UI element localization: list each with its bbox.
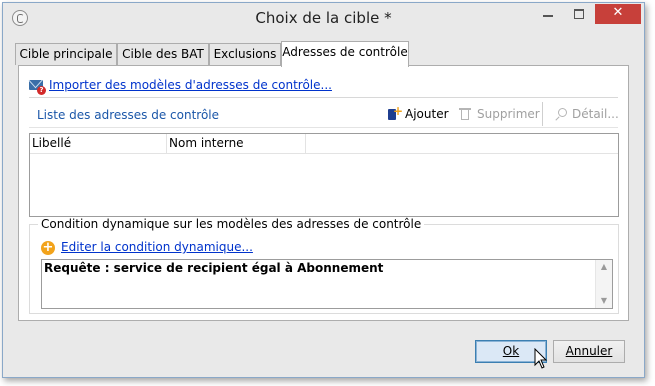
scroll-down-icon[interactable]: ▼: [596, 294, 612, 308]
tab-label: Cible principale: [19, 47, 113, 61]
maximize-button[interactable]: [565, 4, 593, 24]
query-text: Requête : service de recipient égal à Ab…: [44, 261, 384, 275]
divider: [29, 97, 618, 98]
cancel-button[interactable]: Annuler: [553, 340, 625, 363]
ok-button-label: Ok: [502, 344, 520, 358]
trash-icon: [459, 107, 471, 121]
tab-label: Exclusions: [213, 47, 277, 61]
scroll-up-icon[interactable]: ▲: [596, 260, 612, 274]
add-icon: [387, 104, 403, 122]
tab-label: Adresses de contrôle: [282, 45, 408, 59]
tab-panel: ? Importer des modèles d'adresses de con…: [18, 65, 629, 321]
column-header-nom-interne[interactable]: Nom interne: [167, 134, 306, 154]
magnifier-icon: [554, 107, 568, 121]
tab-exclusions[interactable]: Exclusions: [209, 43, 281, 65]
import-templates-link[interactable]: Importer des modèles d'adresses de contr…: [49, 78, 332, 92]
add-condition-icon[interactable]: +: [41, 241, 55, 255]
column-header-empty: [306, 134, 618, 154]
query-textarea[interactable]: Requête : service de recipient égal à Ab…: [41, 259, 613, 309]
detail-button-label: Détail...: [572, 107, 619, 121]
mouse-cursor-icon: [534, 348, 548, 369]
dynamic-condition-group: Condition dynamique sur les modèles des …: [29, 217, 619, 314]
group-title: Condition dynamique sur les modèles des …: [38, 217, 425, 231]
dialog-window: Choix de la cible * ✕ Cible principale C…: [2, 2, 645, 378]
list-title: Liste des adresses de contrôle: [37, 108, 220, 122]
warning-badge-icon: ?: [37, 86, 46, 95]
tab-adresses-de-controle[interactable]: Adresses de contrôle: [281, 41, 409, 67]
tab-label: Cible des BAT: [122, 47, 204, 61]
close-button[interactable]: ✕: [595, 4, 641, 24]
cancel-button-label: Annuler: [565, 344, 613, 358]
add-button-label: Ajouter: [405, 107, 449, 121]
addresses-list[interactable]: Libellé Nom interne: [29, 133, 619, 217]
tab-cible-des-bat[interactable]: Cible des BAT: [117, 43, 209, 65]
title-bar: Choix de la cible * ✕: [3, 3, 644, 33]
divider: [29, 127, 618, 128]
toolbar-separator: [542, 102, 543, 126]
close-icon: ✕: [612, 5, 624, 20]
minimize-button[interactable]: [534, 4, 562, 24]
query-scrollbar[interactable]: ▲ ▼: [595, 260, 612, 308]
delete-button-label: Supprimer: [477, 107, 540, 121]
tab-cible-principale[interactable]: Cible principale: [15, 43, 117, 65]
edit-condition-link[interactable]: Editer la condition dynamique...: [61, 240, 253, 254]
column-header-libelle[interactable]: Libellé: [30, 134, 167, 154]
